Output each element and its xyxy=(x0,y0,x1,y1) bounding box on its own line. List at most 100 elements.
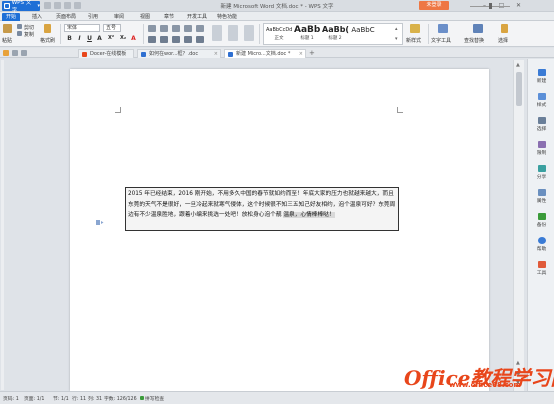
bullet-list-icon[interactable] xyxy=(148,25,156,32)
task-share[interactable]: 分享 xyxy=(528,165,554,180)
task-label: 样式 xyxy=(536,103,547,108)
divider xyxy=(143,24,144,44)
copy-icon[interactable] xyxy=(17,31,22,36)
italic-button[interactable]: I xyxy=(76,35,83,42)
paragraph-text: 2015 年已经结束，2016 刚开始，不用多久中国的春节就如约而至！年底大家的… xyxy=(128,191,396,219)
strikethrough-button[interactable]: A xyxy=(96,35,103,42)
subscript-button[interactable]: X₂ xyxy=(118,35,128,41)
task-label: 工具 xyxy=(536,271,547,276)
margin-corner xyxy=(115,107,121,113)
task-label: 新建 xyxy=(536,79,547,84)
scroll-up-icon[interactable]: ▲ xyxy=(516,62,520,68)
task-restrict[interactable]: 限制 xyxy=(528,141,554,156)
task-new[interactable]: 新建 xyxy=(528,69,554,84)
tab-view[interactable]: 视图 xyxy=(136,13,154,21)
doc-tab-label: 新建 Micro...文档.doc * xyxy=(236,51,291,57)
font-size-select[interactable]: 五号 xyxy=(103,24,121,32)
paragraph-marks-icon[interactable] xyxy=(212,25,222,41)
status-spell-check[interactable]: 拼写检查 xyxy=(140,395,164,402)
close-button[interactable]: ✕ xyxy=(512,1,525,10)
ribbon: 粘贴 剪切 复制 格式刷 宋体 五号 B I U A X² X₂ A AaBbC… xyxy=(0,21,554,47)
doc-tab-how-to[interactable]: 如何在wor...框？.doc × xyxy=(137,49,221,58)
bold-button[interactable]: B xyxy=(66,35,73,42)
login-button[interactable]: 未登录 xyxy=(419,1,449,10)
align-center-icon[interactable] xyxy=(160,36,168,43)
cut-label[interactable]: 剪切 xyxy=(24,24,34,31)
styles-icon xyxy=(537,93,546,100)
style-heading-1[interactable]: AaBb 标题 1 xyxy=(294,25,320,44)
text-tools-label[interactable]: 文字工具 xyxy=(431,37,451,44)
borders-icon[interactable] xyxy=(244,25,254,41)
tab-review[interactable]: 审阅 xyxy=(110,13,128,21)
doc-tab-docer[interactable]: Docer-在线模板 xyxy=(78,49,134,58)
ribbon-tabs: 开始 插入 页面布局 引用 审阅 视图 章节 开发工具 特色功能 xyxy=(0,12,554,21)
underline-button[interactable]: U xyxy=(86,35,93,42)
task-help[interactable]: 帮助 xyxy=(528,237,554,252)
task-styles[interactable]: 样式 xyxy=(528,93,554,108)
tab-features[interactable]: 特色功能 xyxy=(214,13,240,21)
vertical-scrollbar[interactable]: ▲ ▲ ● ▼ xyxy=(513,60,524,391)
status-word-count[interactable]: 字数: 126/126 xyxy=(104,395,137,402)
increase-indent-icon[interactable] xyxy=(184,25,192,32)
task-properties[interactable]: 属性 xyxy=(528,189,554,204)
status-column: 列: 31 xyxy=(88,397,103,402)
numbered-list-icon[interactable] xyxy=(160,25,168,32)
style-heading-2[interactable]: AaBb( 标题 2 xyxy=(322,25,349,44)
tab-developer[interactable]: 开发工具 xyxy=(184,13,210,21)
status-page-number[interactable]: 页码: 1 xyxy=(3,395,19,402)
justify-icon[interactable] xyxy=(184,36,192,43)
style-sample: AaBbC xyxy=(351,26,375,34)
text-tools-icon[interactable] xyxy=(438,24,448,33)
find-replace-icon[interactable] xyxy=(473,24,483,33)
tab-chapter[interactable]: 章节 xyxy=(160,13,178,21)
find-replace-label[interactable]: 查找替换 xyxy=(464,37,484,44)
style-name: 标题 1 xyxy=(300,36,314,41)
selected-paragraph[interactable]: 2015 年已经结束，2016 刚开始，不用多久中国的春节就如约而至！年底大家的… xyxy=(125,187,399,231)
tab-insert[interactable]: 插入 xyxy=(28,13,46,21)
scissors-icon[interactable] xyxy=(17,24,22,29)
tab-list-icon[interactable] xyxy=(21,50,27,56)
format-painter-icon[interactable] xyxy=(44,24,51,33)
task-backup[interactable]: 备份 xyxy=(528,213,554,228)
doc-tab-label: 如何在wor...框？.doc xyxy=(149,51,199,57)
select-label[interactable]: 选择 xyxy=(498,37,508,44)
line-spacing-icon[interactable] xyxy=(196,36,204,43)
doc-tab-new-document[interactable]: 新建 Micro...文档.doc * × xyxy=(224,49,306,58)
close-icon[interactable]: × xyxy=(299,50,303,58)
align-left-icon[interactable] xyxy=(148,36,156,43)
tab-home[interactable]: 开始 xyxy=(2,13,20,21)
style-heading-3[interactable]: AaBbC xyxy=(350,25,376,44)
select-cursor-icon[interactable] xyxy=(501,24,508,33)
tab-page-layout[interactable]: 页面布局 xyxy=(52,13,80,21)
site-watermark-url: www.office68.com xyxy=(449,381,521,389)
font-name-select[interactable]: 宋体 xyxy=(64,24,100,32)
new-style-label[interactable]: 新样式 xyxy=(406,37,421,44)
backup-icon xyxy=(537,213,546,220)
close-icon[interactable]: × xyxy=(214,50,218,58)
add-tab-icon[interactable]: + xyxy=(309,49,315,57)
divider xyxy=(259,24,260,44)
new-tab-icon[interactable] xyxy=(12,50,18,56)
paste-icon[interactable] xyxy=(3,24,12,33)
superscript-button[interactable]: X² xyxy=(106,35,116,41)
paragraph-anchor-icon[interactable] xyxy=(96,220,104,225)
format-painter-label[interactable]: 格式刷 xyxy=(40,37,55,44)
task-label: 帮助 xyxy=(536,247,547,252)
task-select[interactable]: 选择 xyxy=(528,117,554,132)
gallery-scroll-down-icon[interactable]: ▾ xyxy=(395,36,398,42)
new-style-icon[interactable] xyxy=(410,24,420,33)
shading-icon[interactable] xyxy=(228,25,238,41)
gallery-scroll-up-icon[interactable]: ▴ xyxy=(395,26,398,32)
style-normal[interactable]: AaBbCcDd 正文 xyxy=(266,25,292,44)
task-tools[interactable]: 工具 xyxy=(528,261,554,276)
tab-references[interactable]: 引用 xyxy=(84,13,102,21)
paste-label[interactable]: 粘贴 xyxy=(2,37,12,44)
folder-icon[interactable] xyxy=(3,50,9,56)
decrease-indent-icon[interactable] xyxy=(172,25,180,32)
font-color-button[interactable]: A xyxy=(130,35,137,42)
sort-icon[interactable] xyxy=(196,25,204,32)
align-right-icon[interactable] xyxy=(172,36,180,43)
zoom-slider-handle[interactable] xyxy=(489,3,492,9)
scrollbar-thumb[interactable] xyxy=(516,72,522,106)
copy-label[interactable]: 复制 xyxy=(24,31,34,38)
